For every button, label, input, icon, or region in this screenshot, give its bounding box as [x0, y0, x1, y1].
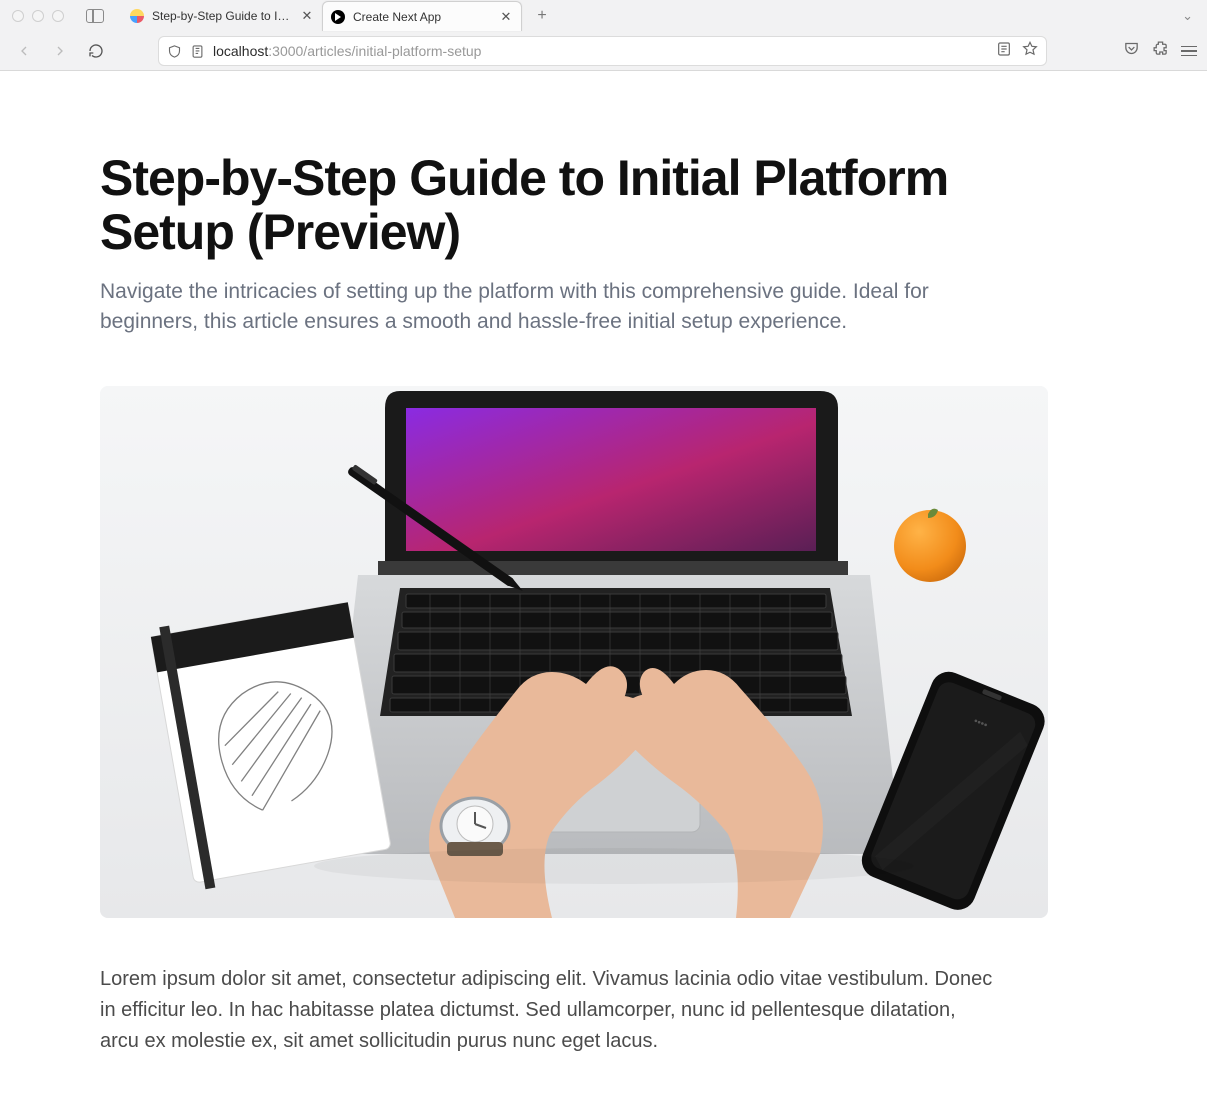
browser-chrome: Step-by-Step Guide to Initial Pl… ✕ Crea… [0, 0, 1207, 71]
hero-image: •••• [100, 386, 1048, 918]
article-subtitle: Navigate the intricacies of setting up t… [100, 277, 1000, 338]
tracking-protection-icon[interactable] [167, 44, 182, 59]
bookmark-icon[interactable] [1022, 41, 1038, 62]
close-window-icon[interactable] [12, 10, 24, 22]
tab-label: Step-by-Step Guide to Initial Pl… [152, 9, 292, 23]
pocket-icon[interactable] [1123, 40, 1140, 62]
tab-nextapp[interactable]: Create Next App ✕ [322, 1, 522, 31]
extensions-icon[interactable] [1152, 40, 1169, 62]
new-tab-button[interactable]: + [528, 2, 556, 30]
back-button[interactable] [10, 37, 38, 65]
url-text: localhost:3000/articles/initial-platform… [213, 43, 988, 59]
tab-label: Create Next App [353, 10, 491, 24]
close-tab-icon[interactable]: ✕ [499, 10, 513, 24]
menu-icon[interactable] [1181, 46, 1197, 57]
nextjs-favicon-icon [331, 10, 345, 24]
tabs-dropdown-icon[interactable]: ⌄ [1182, 8, 1193, 24]
forward-button[interactable] [46, 37, 74, 65]
address-bar[interactable]: localhost:3000/articles/initial-platform… [158, 36, 1047, 66]
url-host: localhost [213, 43, 268, 59]
page-content: Step-by-Step Guide to Initial Platform S… [0, 71, 1207, 1097]
reader-mode-icon[interactable] [996, 41, 1012, 62]
toolbar: localhost:3000/articles/initial-platform… [0, 32, 1207, 70]
maximize-window-icon[interactable] [52, 10, 64, 22]
window-controls [6, 10, 72, 22]
url-path: :3000/articles/initial-platform-setup [268, 43, 481, 59]
contentful-favicon-icon [130, 9, 144, 23]
article-title: Step-by-Step Guide to Initial Platform S… [100, 151, 1052, 259]
reload-button[interactable] [82, 37, 110, 65]
close-tab-icon[interactable]: ✕ [300, 9, 314, 23]
tab-contentful[interactable]: Step-by-Step Guide to Initial Pl… ✕ [122, 1, 322, 31]
site-info-icon[interactable] [190, 44, 205, 59]
sidebar-toggle-icon[interactable] [86, 9, 104, 23]
tab-strip: Step-by-Step Guide to Initial Pl… ✕ Crea… [0, 0, 1207, 32]
minimize-window-icon[interactable] [32, 10, 44, 22]
article-body-paragraph: Lorem ipsum dolor sit amet, consectetur … [100, 964, 1000, 1057]
